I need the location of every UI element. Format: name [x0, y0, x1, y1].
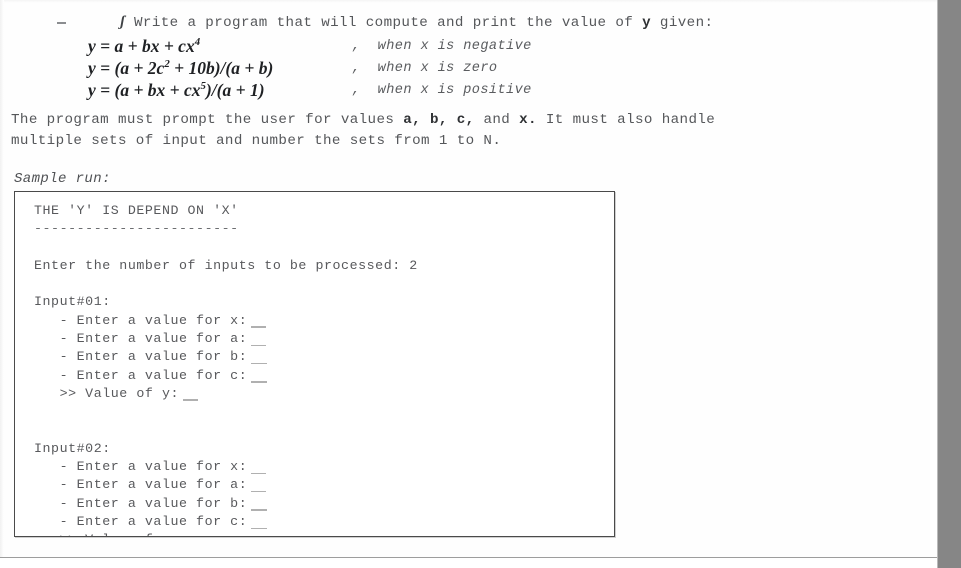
statement-text-run: and — [474, 112, 520, 128]
output-value-y: >> Value of y: — [34, 385, 608, 403]
statement-text-run: It must also handle — [536, 112, 716, 128]
statement-body-line-2: multiple sets of input and number the se… — [11, 133, 502, 149]
formula-expression-2: y = (a + 2c2 + 10b)/(a + b) — [88, 58, 274, 78]
input-prompt-label: - Enter a value for b: — [34, 349, 248, 365]
input-prompt-label: - Enter a value for x: — [34, 312, 248, 328]
intro-text-before: Write a program that will compute and pr… — [134, 15, 643, 31]
console-input-block-2: Input#02: - Enter a value for x: - Enter… — [34, 440, 608, 536]
input-prompt-c: - Enter a value for c: — [34, 367, 608, 385]
statement-body-line-1: The program must prompt the user for val… — [11, 110, 931, 131]
formula-expression-3: y = (a + bx + cx5)/(a + 1) — [88, 80, 265, 100]
statement-bold-variable: a, b, c, — [403, 112, 475, 128]
input-prompt-label: - Enter a value for c: — [34, 514, 248, 530]
input-prompt-b: - Enter a value for b: — [34, 348, 608, 366]
blank-fill-line — [251, 344, 267, 347]
console-title: THE 'Y' IS DEPEND ON 'X' — [34, 203, 239, 218]
scanned-page: ʃ Write a program that will compute and … — [0, 0, 961, 568]
input-prompt-label: - Enter a value for x: — [34, 459, 248, 475]
input-prompt-label: - Enter a value for b: — [34, 495, 248, 511]
input-prompt-label: - Enter a value for c: — [34, 367, 248, 383]
blank-fill-line — [251, 509, 268, 511]
blank-fill-line — [251, 362, 268, 365]
blank-fill-line — [183, 399, 199, 401]
blank-fill-line — [251, 326, 267, 328]
input-prompt-label: - Enter a value for a: — [34, 477, 248, 493]
intro-variable-y: y — [642, 15, 652, 31]
scan-bottom-margin — [0, 558, 938, 568]
page-top-shading — [0, 0, 938, 3]
formula-expression-1: y = a + bx + cx4 — [88, 36, 201, 56]
formula-condition-2: , when x is zero — [352, 61, 498, 76]
blank-fill-line — [251, 490, 267, 493]
input-prompt-x: - Enter a value for x: — [34, 312, 608, 330]
formula-row: y = (a + bx + cx5)/(a + 1) , when x is p… — [0, 80, 930, 102]
input-block-header: Input#01: — [34, 294, 111, 310]
intro-text-after: given: — [651, 15, 714, 31]
input-prompt-b: - Enter a value for b: — [34, 495, 608, 513]
blank-fill-line — [251, 381, 268, 383]
console-output-text: THE 'Y' IS DEPEND ON 'X' ---------------… — [34, 202, 608, 536]
input-prompt-label: - Enter a value for a: — [34, 331, 248, 347]
statement-bold-variable: x. — [519, 112, 537, 128]
leading-glyph-icon: ʃ — [120, 14, 125, 30]
formula-list: y = a + bx + cx4 , when x is negative y … — [0, 36, 930, 102]
statement-text-run: The program must prompt the user for val… — [11, 112, 404, 128]
input-prompt-a: - Enter a value for a: — [34, 476, 608, 494]
console-output-box: THE 'Y' IS DEPEND ON 'X' ---------------… — [14, 191, 615, 537]
console-input-block-1: Input#01: - Enter a value for x: - Enter… — [34, 293, 608, 403]
blank-fill-line — [251, 527, 268, 530]
console-rule: ------------------------ — [34, 221, 239, 237]
output-value-y: >> Value of y: — [34, 531, 608, 536]
scanner-gutter-band — [937, 0, 961, 568]
console-prompt-count: Enter the number of inputs to be process… — [34, 257, 418, 273]
formula-row: y = (a + 2c2 + 10b)/(a + b) , when x is … — [0, 58, 930, 80]
statement-intro-line: Write a program that will compute and pr… — [134, 13, 713, 34]
output-value-label: >> Value of y: — [34, 385, 180, 401]
output-value-label: >> Value of y: — [34, 532, 179, 536]
input-prompt-c: - Enter a value for c: — [34, 513, 608, 531]
input-block-header: Input#02: — [34, 440, 111, 456]
formula-condition-3: , when x is positive — [352, 83, 532, 98]
statement-intro-row: ʃ Write a program that will compute and … — [0, 13, 930, 35]
blank-fill-line — [251, 472, 267, 475]
stray-dash-mark — [57, 22, 66, 24]
formula-row: y = a + bx + cx4 , when x is negative — [0, 36, 930, 58]
input-prompt-x: - Enter a value for x: — [34, 458, 608, 476]
sample-run-label: Sample run: — [14, 171, 111, 187]
formula-condition-1: , when x is negative — [352, 39, 532, 54]
input-prompt-a: - Enter a value for a: — [34, 330, 608, 348]
